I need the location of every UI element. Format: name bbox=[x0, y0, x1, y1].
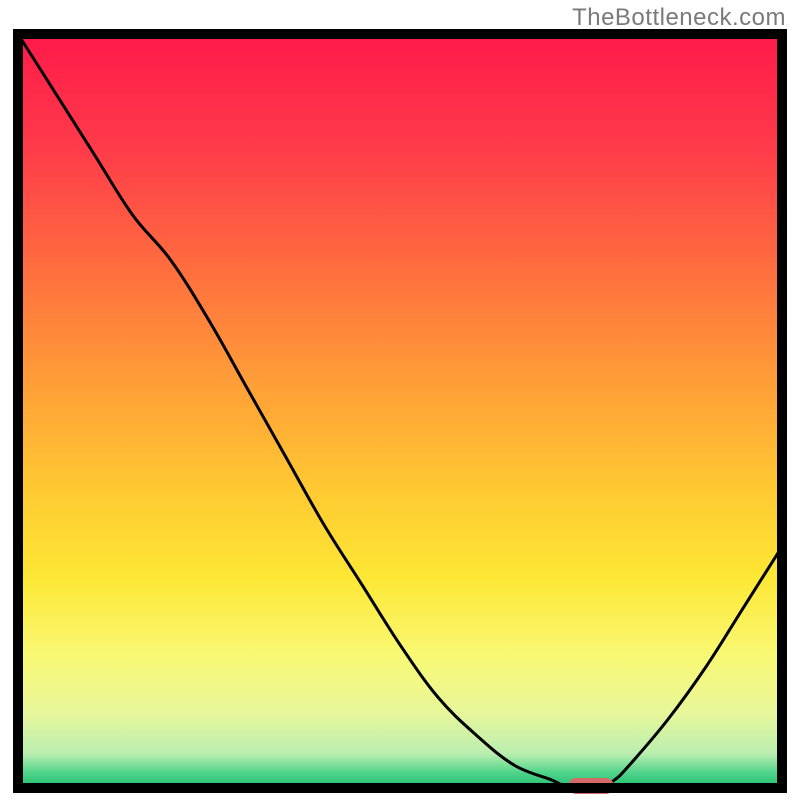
bottleneck-chart: TheBottleneck.com bbox=[0, 0, 800, 800]
watermark-text: TheBottleneck.com bbox=[572, 4, 786, 32]
gradient-background bbox=[18, 34, 782, 788]
chart-canvas bbox=[0, 0, 800, 800]
